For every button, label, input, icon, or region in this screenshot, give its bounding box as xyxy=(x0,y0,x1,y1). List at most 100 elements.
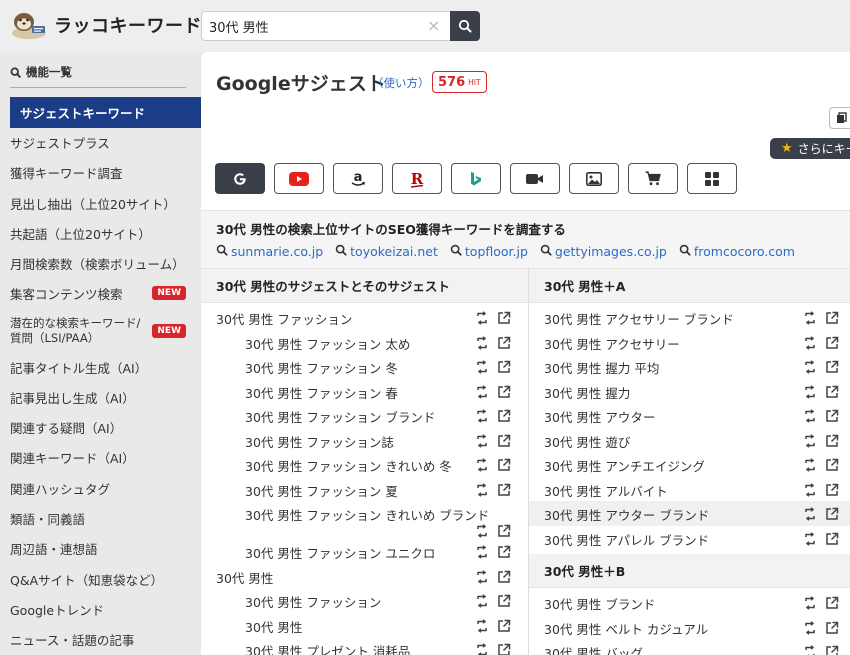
swap-icon[interactable] xyxy=(475,360,489,374)
external-link-icon[interactable] xyxy=(825,507,839,521)
external-link-icon[interactable] xyxy=(497,409,511,423)
tab-video[interactable] xyxy=(510,163,560,194)
tab-rakuten[interactable]: R xyxy=(392,163,442,194)
suggest-keyword[interactable]: 30代 男性 アクセサリー ブランド xyxy=(544,309,734,328)
sidebar-item[interactable]: サジェストキーワード xyxy=(10,97,201,128)
suggest-keyword[interactable]: 30代 男性 アウター ブランド xyxy=(544,505,709,524)
suggest-keyword[interactable]: 30代 男性 ファッション きれいめ 冬 xyxy=(245,456,452,475)
suggest-keyword[interactable]: 30代 男性 アウター xyxy=(544,407,655,426)
external-link-icon[interactable] xyxy=(497,570,511,584)
sidebar-item[interactable]: 月間検索数（検索ボリューム） xyxy=(0,250,201,276)
suggest-keyword[interactable]: 30代 男性 握力 平均 xyxy=(544,358,659,377)
swap-icon[interactable] xyxy=(475,569,489,584)
swap-icon[interactable] xyxy=(803,384,817,399)
external-link-icon[interactable] xyxy=(497,545,511,559)
suggest-keyword[interactable]: 30代 男性 アパレル ブランド xyxy=(544,530,709,549)
seo-site-link[interactable]: topfloor.jp xyxy=(450,244,528,259)
external-link-icon[interactable] xyxy=(825,621,839,635)
swap-icon[interactable] xyxy=(475,594,489,608)
external-link-icon[interactable] xyxy=(497,594,511,608)
tab-google[interactable] xyxy=(215,163,265,194)
swap-icon[interactable] xyxy=(803,507,817,521)
sidebar-item[interactable]: サジェストプラス xyxy=(0,129,201,155)
swap-icon[interactable] xyxy=(803,620,817,635)
external-link-icon[interactable] xyxy=(825,409,839,423)
swap-icon[interactable] xyxy=(803,335,817,350)
sidebar-item[interactable]: 周辺語・連想語 xyxy=(0,535,201,561)
suggest-keyword[interactable]: 30代 男性 ファッション 冬 xyxy=(245,358,398,377)
sidebar-item[interactable]: Googleトレンド xyxy=(0,596,201,622)
sidebar-item[interactable]: 記事タイトル生成（AI） xyxy=(0,354,201,380)
external-link-icon[interactable] xyxy=(825,385,839,399)
suggest-keyword[interactable]: 30代 男性 アンチエイジング xyxy=(544,456,705,475)
suggest-keyword[interactable]: 30代 男性 xyxy=(216,568,273,587)
suggest-keyword[interactable]: 30代 男性 ファッション 太め xyxy=(245,334,410,353)
clear-icon[interactable]: × xyxy=(427,16,440,35)
suggest-keyword[interactable]: 30代 男性 ファッション xyxy=(216,309,352,328)
external-link-icon[interactable] xyxy=(825,336,839,350)
swap-icon[interactable] xyxy=(475,409,489,423)
sidebar-item[interactable]: 共起語（上位20サイト） xyxy=(0,220,201,246)
suggest-keyword[interactable]: 30代 男性 ファッション ブランド xyxy=(245,407,435,426)
swap-icon[interactable] xyxy=(803,596,817,610)
suggest-keyword[interactable]: 30代 男性 xyxy=(245,617,302,636)
external-link-icon[interactable] xyxy=(497,483,511,497)
sidebar-item[interactable]: 記事見出し生成（AI） xyxy=(0,384,201,410)
swap-icon[interactable] xyxy=(803,433,817,448)
suggest-keyword[interactable]: 30代 男性 ブランド xyxy=(544,594,655,613)
external-link-icon[interactable] xyxy=(825,645,839,655)
tab-youtube[interactable] xyxy=(274,163,324,194)
tab-apps[interactable] xyxy=(687,163,737,194)
howto-link[interactable]: （使い方） xyxy=(372,75,430,91)
suggest-keyword[interactable]: 30代 男性 ファッション 夏 xyxy=(245,481,398,500)
suggest-keyword[interactable]: 30代 男性 遊び xyxy=(544,432,630,451)
sidebar-item[interactable]: 関連する疑問（AI） xyxy=(0,414,201,440)
swap-icon[interactable] xyxy=(803,645,817,655)
sidebar-item[interactable]: 集客コンテンツ検索 NEW xyxy=(0,280,201,306)
suggest-keyword[interactable]: 30代 男性 握力 xyxy=(544,383,630,402)
external-link-icon[interactable] xyxy=(825,434,839,448)
sidebar-item[interactable]: ニュース・話題の記事 xyxy=(0,626,201,652)
logo[interactable]: ラッコキーワード xyxy=(10,8,202,42)
swap-icon[interactable] xyxy=(475,458,489,472)
swap-icon[interactable] xyxy=(803,482,817,497)
external-link-icon[interactable] xyxy=(825,311,839,325)
swap-icon[interactable] xyxy=(803,409,817,423)
sidebar-item[interactable]: 関連キーワード（AI） xyxy=(0,444,201,470)
suggest-keyword[interactable]: 30代 男性 ファッション ユニクロ xyxy=(245,543,435,562)
seo-site-link[interactable]: gettyimages.co.jp xyxy=(540,244,667,259)
external-link-icon[interactable] xyxy=(497,458,511,472)
search-input[interactable] xyxy=(201,11,450,41)
suggest-keyword[interactable]: 30代 男性 ファッション誌 xyxy=(245,432,394,451)
search-button[interactable] xyxy=(450,11,480,41)
external-link-icon[interactable] xyxy=(497,643,511,655)
external-link-icon[interactable] xyxy=(825,532,839,546)
external-link-icon[interactable] xyxy=(825,483,839,497)
suggest-keyword[interactable]: 30代 男性 プレゼント 消耗品 xyxy=(245,641,410,655)
swap-icon[interactable] xyxy=(475,335,489,350)
external-link-icon[interactable] xyxy=(497,619,511,633)
swap-icon[interactable] xyxy=(803,458,817,472)
swap-icon[interactable] xyxy=(475,545,489,559)
tab-image[interactable] xyxy=(569,163,619,194)
swap-icon[interactable] xyxy=(475,433,489,448)
suggest-keyword[interactable]: 30代 男性 ファッション きれいめ ブランド xyxy=(245,505,489,524)
swap-icon[interactable] xyxy=(803,360,817,374)
external-link-icon[interactable] xyxy=(825,596,839,610)
swap-icon[interactable] xyxy=(475,524,489,538)
sidebar-item[interactable]: 関連ハッシュタグ xyxy=(0,475,201,501)
seo-site-link[interactable]: sunmarie.co.jp xyxy=(216,244,323,259)
tab-shopping[interactable] xyxy=(628,163,678,194)
suggest-keyword[interactable]: 30代 男性 アクセサリー xyxy=(544,334,680,353)
swap-icon[interactable] xyxy=(475,482,489,497)
external-link-icon[interactable] xyxy=(825,360,839,374)
tab-bing[interactable] xyxy=(451,163,501,194)
swap-icon[interactable] xyxy=(475,311,489,325)
suggest-keyword[interactable]: 30代 男性 アルバイト xyxy=(544,481,668,500)
more-keywords-button[interactable]: ★ さらにキー xyxy=(770,138,850,159)
seo-site-link[interactable]: toyokeizai.net xyxy=(335,244,438,259)
seo-site-link[interactable]: fromcocoro.com xyxy=(679,244,795,259)
external-link-icon[interactable] xyxy=(497,524,511,538)
sidebar-item[interactable]: 潜在的な検索キーワード/質問（LSI/PAA） NEW xyxy=(0,314,201,348)
sidebar-item[interactable]: 獲得キーワード調査 xyxy=(0,159,201,185)
